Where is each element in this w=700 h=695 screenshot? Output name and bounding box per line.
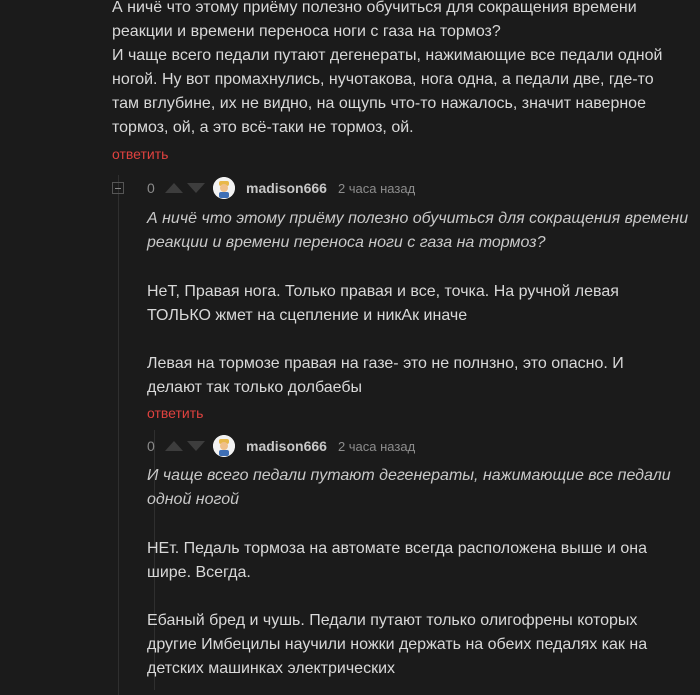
text-line: детских машинках электрических: [147, 660, 395, 677]
username[interactable]: madison666: [246, 180, 327, 196]
comment-rating: 0: [147, 438, 155, 454]
arrow-down-icon[interactable]: [187, 183, 205, 193]
comment-quote: И чаще всего педали путают дегенераты, н…: [147, 464, 692, 512]
comment-header: 0 madison666 2 часа назад: [147, 434, 415, 458]
reply-link[interactable]: ответить: [147, 405, 203, 421]
collapse-minus-icon[interactable]: [112, 182, 124, 194]
parent-comment-text: А ничё что этому приёму полезно обучитьс…: [112, 0, 692, 140]
text-line: НеТ, Правая нога. Только правая и все, т…: [147, 283, 619, 300]
arrow-down-icon[interactable]: [187, 441, 205, 451]
comment-time: 2 часа назад: [337, 180, 416, 196]
comment-time: 2 часа назад: [337, 438, 416, 454]
text-line: И чаще всего педали путают дегенераты, н…: [112, 47, 663, 64]
text-line: там вглубине, их не видно, на ощупь что-…: [112, 95, 646, 112]
text-line: реакции и времени переноса ноги с газа н…: [147, 234, 546, 251]
comment-header: 0 madison666 2 часа назад: [147, 176, 415, 200]
avatar[interactable]: [213, 435, 235, 457]
username[interactable]: madison666: [246, 438, 327, 454]
comment-quote: А ничё что этому приёму полезно обучитьс…: [147, 207, 692, 255]
avatar[interactable]: [213, 177, 235, 199]
comment-body: НЕт. Педаль тормоза на автомате всегда р…: [147, 537, 692, 681]
text-line: тормоз, ой, а это всё-таки не тормоз, ой…: [112, 119, 414, 136]
text-line: Ебаный бред и чушь. Педали путают только…: [147, 612, 638, 629]
text-line: Левая на тормозе правая на газе- это не …: [147, 355, 624, 372]
text-line: А ничё что этому приёму полезно обучитьс…: [112, 0, 637, 16]
comment-body: НеТ, Правая нога. Только правая и все, т…: [147, 280, 692, 400]
text-line: НЕт. Педаль тормоза на автомате всегда р…: [147, 540, 647, 557]
text-line: А ничё что этому приёму полезно обучитьс…: [147, 210, 689, 227]
arrow-up-icon[interactable]: [165, 183, 183, 193]
text-line: шире. Всегда.: [147, 564, 251, 581]
text-line: И чаще всего педали путают дегенераты, н…: [147, 467, 671, 484]
arrow-up-icon[interactable]: [165, 441, 183, 451]
text-line: делают так только долбаебы: [147, 379, 363, 396]
text-line: другие Имбецилы научили ножки держать на…: [147, 636, 648, 653]
text-line: одной ногой: [147, 491, 239, 508]
reply-link-parent[interactable]: ответить: [112, 146, 168, 162]
thread-line: [118, 175, 119, 695]
text-line: ногой. Ну вот промахнулись, нучотакова, …: [112, 71, 654, 88]
text-line: реакции и времени переноса ноги с газа н…: [112, 23, 501, 40]
text-line: ТОЛЬКО жмет на сцепление и никАк иначе: [147, 307, 468, 324]
comment-rating: 0: [147, 180, 155, 196]
